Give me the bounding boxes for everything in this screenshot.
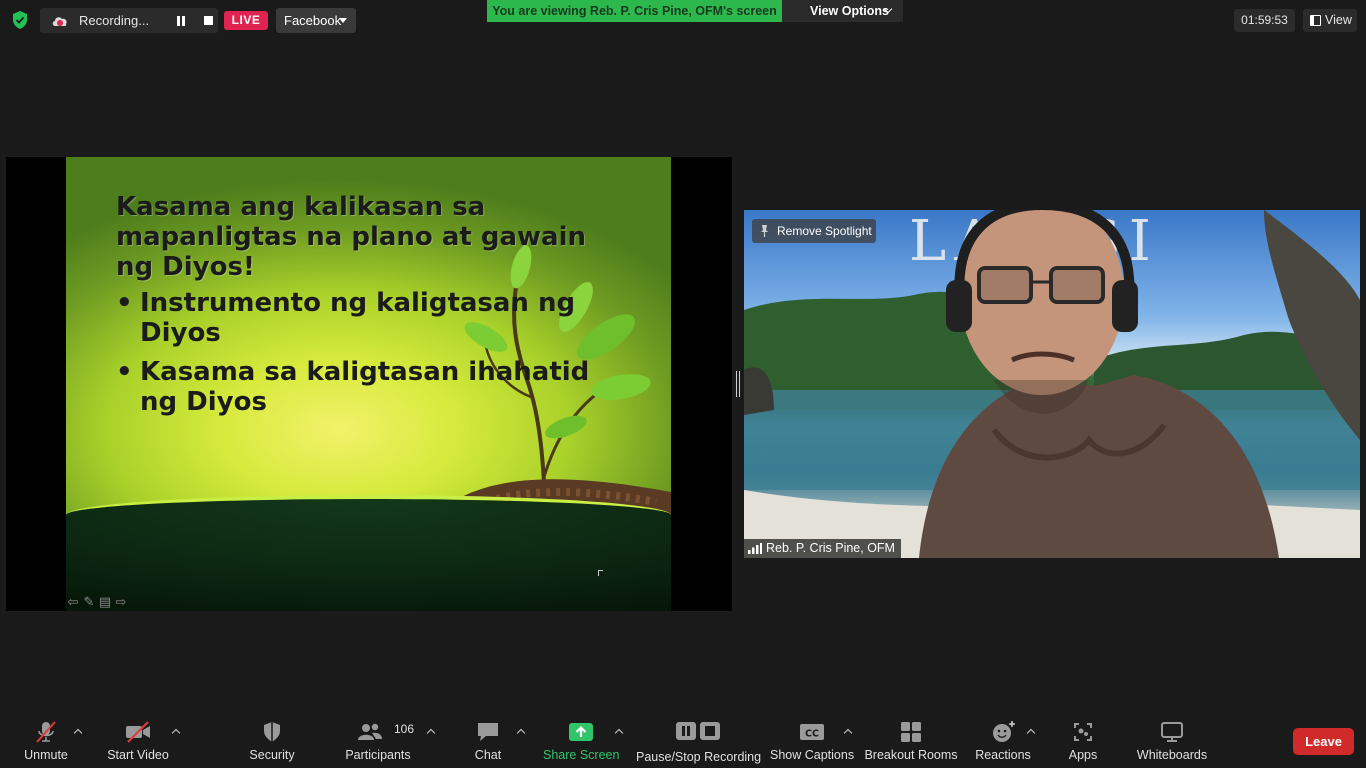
pen-icon[interactable]: ✎ [82,595,96,609]
slide-text-block: Kasama ang kalikasan sa mapanligtas na p… [116,192,636,426]
screen-share-banner: You are viewing Reb. P. Cris Pine, OFM's… [487,0,782,22]
whiteboards-label: Whiteboards [1136,748,1208,762]
share-screen-button[interactable]: Share Screen [543,712,619,768]
pause-stop-recording-button[interactable]: Pause/Stop Recording [636,712,762,768]
recording-status-text: Recording... [79,13,150,28]
unmute-button[interactable]: Unmute [16,712,76,768]
chat-label: Chat [474,748,502,762]
microphone-muted-icon [36,721,56,743]
slide-heading-line: Kasama ang kalikasan sa [116,192,486,222]
security-shield-icon [264,722,280,742]
cc-text: CC [805,729,819,740]
encryption-shield-icon[interactable] [10,10,30,30]
meeting-window: Recording... LIVE Facebook You are viewi… [0,0,1366,768]
security-button[interactable]: Security [242,712,302,768]
previous-slide-icon[interactable]: ⇦ [66,595,80,609]
slide-bullet: Instrumento ng kaligtasan ng Diyos [116,288,636,348]
captions-options-caret[interactable] [844,728,852,736]
reactions-options-caret[interactable] [1027,728,1035,736]
participants-label: Participants [345,748,411,762]
pin-icon [761,225,768,237]
slide-bullet-list: Instrumento ng kaligtasan ng Diyos Kasam… [116,288,636,417]
livestream-platform-dropdown[interactable]: Facebook [276,8,356,33]
cloud-recording-icon [52,16,67,26]
reactions-button[interactable]: Reactions [972,712,1034,768]
participant-name: Reb. P. Cris Pine, OFM [766,541,895,555]
next-slide-icon[interactable]: ⇨ [114,595,128,609]
resize-splitter-handle[interactable] [736,371,740,397]
remove-spotlight-label: Remove Spotlight [777,224,872,238]
meeting-timer: 01:59:53 [1234,9,1295,32]
closed-captions-icon: CC [800,724,824,740]
layout-icon [1310,15,1321,26]
platform-label: Facebook [284,13,342,28]
leave-meeting-button[interactable]: Leave [1293,728,1354,755]
participants-count: 106 [394,722,415,736]
breakout-rooms-label: Breakout Rooms [864,748,958,762]
participants-button[interactable]: 106 Participants [340,712,416,768]
remove-spotlight-button[interactable]: Remove Spotlight [752,219,876,243]
mouse-cursor [598,570,603,576]
meeting-toolbar: Unmute Start Video Security 106 Particip… [0,712,1366,768]
participant-video-feed: LA OSI [744,210,1360,558]
slide-bullet-line: Instrumento ng kaligtasan ng [140,288,576,318]
share-options-caret[interactable] [615,728,623,736]
shared-screen-view[interactable]: Kasama ang kalikasan sa mapanligtas na p… [6,157,732,611]
caret-down-icon [339,18,347,23]
slide-bullet: Kasama sa kaligtasan ihahatid ng Diyos [116,357,636,417]
participants-options-caret[interactable] [427,728,435,736]
chat-bubble-icon [478,723,498,741]
slide-bullet-line: ng Diyos [140,387,267,417]
apps-label: Apps [1068,748,1098,762]
share-screen-arrow-icon [569,723,593,741]
show-captions-label: Show Captions [770,748,855,762]
chat-options-caret[interactable] [517,728,525,736]
slide-heading-line: mapanligtas na plano at gawain [116,222,587,252]
participant-video-tile[interactable]: LA OSI Remove Spotlight [744,210,1360,558]
start-video-button[interactable]: Start Video [103,712,173,768]
slideshow-controls: ⇦ ✎ ▤ ⇨ [66,594,128,610]
slide-heading: Kasama ang kalikasan sa mapanligtas na p… [116,192,636,282]
apps-button[interactable]: Apps [1058,712,1108,768]
reactions-label: Reactions [975,748,1031,762]
stop-recording-button[interactable] [204,16,213,25]
presentation-slide: Kasama ang kalikasan sa mapanligtas na p… [66,157,671,611]
breakout-rooms-button[interactable]: Breakout Rooms [864,712,958,768]
view-label: View [1325,13,1352,27]
video-camera-off-icon [126,721,150,743]
start-video-label: Start Video [107,748,169,762]
security-label: Security [249,748,295,762]
pause-stop-recording-label: Pause/Stop Recording [636,750,762,764]
pause-stop-recording-icon [676,722,720,740]
video-options-caret[interactable] [172,728,180,736]
recording-indicator: Recording... [40,8,218,33]
view-options-button[interactable]: View Options [782,0,903,22]
chat-button[interactable]: Chat [463,712,513,768]
view-layout-button[interactable]: View [1303,9,1357,32]
slide-menu-icon[interactable]: ▤ [98,595,112,609]
live-badge: LIVE [224,11,268,30]
whiteboards-button[interactable]: Whiteboards [1132,712,1212,768]
share-screen-label: Share Screen [543,748,620,762]
audio-options-caret[interactable] [74,728,82,736]
whiteboard-icon [1161,722,1183,742]
slide-heading-line: ng Diyos! [116,252,255,282]
apps-icon [1074,723,1092,741]
pause-recording-button[interactable] [177,15,187,26]
participant-name-tag: Reb. P. Cris Pine, OFM [744,539,901,558]
slide-bullet-line: Diyos [140,318,221,348]
slide-bullet-line: Kasama sa kaligtasan ihahatid [140,357,590,387]
slide-ground [66,495,671,611]
participants-icon [358,723,383,740]
breakout-rooms-grid-icon [901,722,921,742]
view-options-label: View Options [810,4,889,18]
connection-signal-icon [748,543,762,554]
smiley-plus-icon [993,721,1015,742]
unmute-label: Unmute [24,748,68,762]
show-captions-button[interactable]: CC Show Captions [770,712,854,768]
